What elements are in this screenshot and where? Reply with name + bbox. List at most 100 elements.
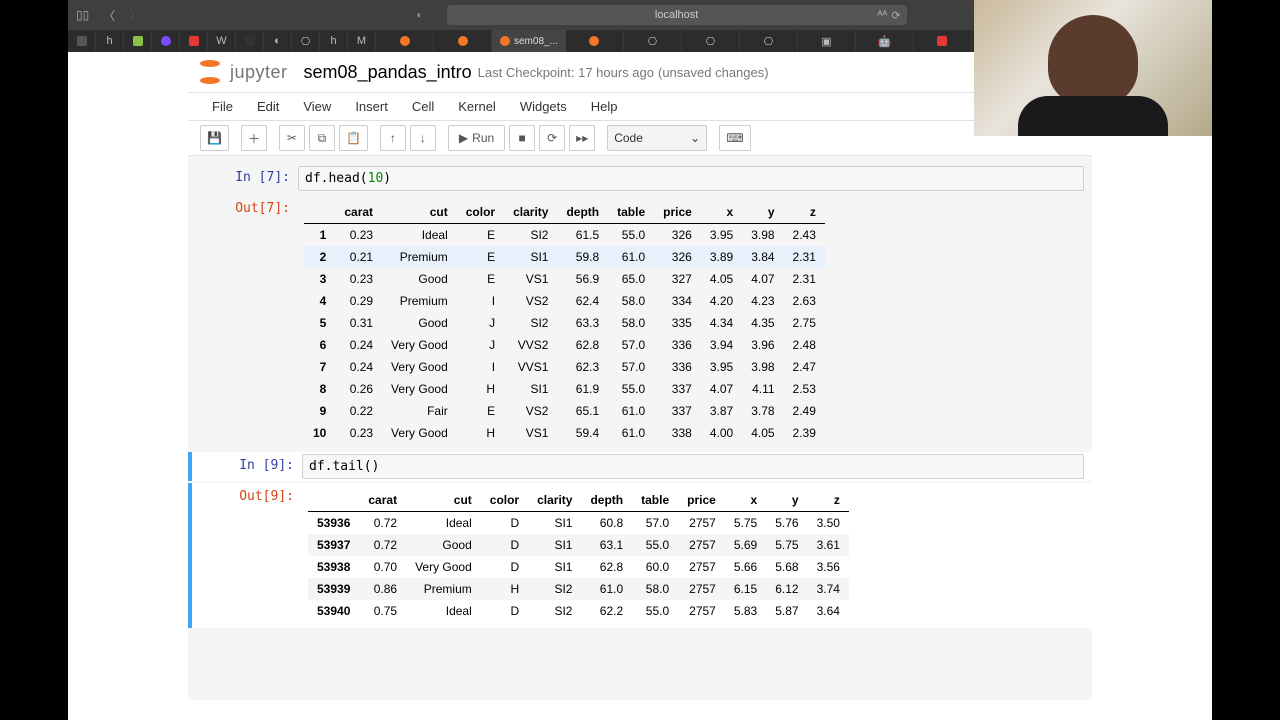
cell-value: 335 — [654, 312, 701, 334]
fav-icon[interactable]: h — [96, 30, 124, 52]
active-tab[interactable]: sem08_... — [492, 30, 566, 52]
cell-value: 338 — [654, 422, 701, 444]
cell-value: Very Good — [382, 334, 457, 356]
cell-value: D — [481, 600, 528, 622]
move-up-button[interactable]: ↑ — [380, 125, 406, 151]
stop-button[interactable]: ■ — [509, 125, 535, 151]
fav-icon[interactable] — [434, 30, 492, 52]
back-icon[interactable]: 〈 — [103, 7, 115, 24]
cell-value: 0.22 — [335, 400, 382, 422]
menu-kernel[interactable]: Kernel — [446, 93, 508, 120]
output-area: caratcutcolorclaritydepthtablepricexyz53… — [302, 485, 1092, 626]
paste-button[interactable]: 📋 — [339, 125, 368, 151]
cell-value: 2757 — [678, 556, 725, 578]
code-input[interactable]: df.tail() — [302, 454, 1084, 479]
cell-value: J — [457, 334, 504, 356]
cut-button[interactable]: ✂ — [279, 125, 305, 151]
cell-value: 2.49 — [784, 400, 825, 422]
cell-value: 61.0 — [608, 246, 654, 268]
cell-value: 337 — [654, 378, 701, 400]
menu-view[interactable]: View — [291, 93, 343, 120]
notebook-title[interactable]: sem08_pandas_intro — [304, 62, 472, 83]
fav-icon[interactable]: ⎔ — [682, 30, 740, 52]
menu-insert[interactable]: Insert — [343, 93, 400, 120]
fav-icon[interactable]: 🤖 — [856, 30, 914, 52]
cell-value: 336 — [654, 334, 701, 356]
cell-value: 62.4 — [557, 290, 608, 312]
cell-value: 3.84 — [742, 246, 783, 268]
command-palette-button[interactable]: ⌨ — [719, 125, 750, 151]
fav-icon[interactable]: h — [320, 30, 348, 52]
fav-icon[interactable]: ⎔ — [740, 30, 798, 52]
cell-value: 3.87 — [701, 400, 742, 422]
fav-icon[interactable]: ⎔ — [292, 30, 320, 52]
code-cell[interactable]: In [7]: df.head(10) — [188, 164, 1092, 193]
cell-value: 61.0 — [608, 422, 654, 444]
cell-value: 62.2 — [581, 600, 632, 622]
sidebar-toggle-icon[interactable]: ▯▯ — [76, 8, 89, 22]
add-cell-button[interactable]: ＋ — [241, 125, 267, 151]
cell-value: 2757 — [678, 512, 725, 535]
cell-value: H — [457, 422, 504, 444]
cell-value: 0.23 — [335, 422, 382, 444]
cell-value: 59.4 — [557, 422, 608, 444]
menu-bar: File Edit View Insert Cell Kernel Widget… — [188, 93, 1092, 121]
cell-value: 57.0 — [632, 512, 678, 535]
copy-button[interactable]: ⧉ — [309, 125, 335, 151]
jupyter-logo[interactable]: jupyter — [196, 58, 288, 86]
cell-value: 57.0 — [608, 334, 654, 356]
restart-button[interactable]: ⟳ — [539, 125, 565, 151]
fav-icon[interactable] — [68, 30, 96, 52]
restart-run-button[interactable]: ▸▸ — [569, 125, 595, 151]
cell-value: VS2 — [504, 400, 557, 422]
cell-value: 60.8 — [581, 512, 632, 535]
cell-value: 0.72 — [359, 534, 406, 556]
cell-value: 5.75 — [725, 512, 766, 535]
cell-value: 55.0 — [632, 534, 678, 556]
fav-icon[interactable] — [914, 30, 972, 52]
fav-icon[interactable] — [376, 30, 434, 52]
move-down-button[interactable]: ↓ — [410, 125, 436, 151]
menu-cell[interactable]: Cell — [400, 93, 446, 120]
cell-value: 0.70 — [359, 556, 406, 578]
fav-icon[interactable]: M — [348, 30, 376, 52]
autosave-text: (unsaved changes) — [658, 65, 769, 80]
reload-icon[interactable]: ⟳ — [891, 9, 900, 22]
cell-value: 0.23 — [335, 268, 382, 290]
fav-icon[interactable] — [180, 30, 208, 52]
cell-value: 63.1 — [581, 534, 632, 556]
cell-value: 3.96 — [742, 334, 783, 356]
code-input[interactable]: df.head(10) — [298, 166, 1084, 191]
fav-icon[interactable]: ▣ — [798, 30, 856, 52]
cell-value: 326 — [654, 246, 701, 268]
menu-file[interactable]: File — [200, 93, 245, 120]
fav-icon[interactable] — [566, 30, 624, 52]
menu-widgets[interactable]: Widgets — [508, 93, 579, 120]
fav-icon[interactable] — [152, 30, 180, 52]
in-prompt: In [9]: — [192, 454, 302, 479]
cell-value: Premium — [382, 290, 457, 312]
fav-icon[interactable]: ◐ — [264, 30, 292, 52]
code-cell-selected[interactable]: In [9]: df.tail() — [188, 452, 1092, 481]
fav-icon[interactable]: W — [208, 30, 236, 52]
cell-value: 2.31 — [784, 268, 825, 290]
cell-value: D — [481, 512, 528, 535]
save-button[interactable]: 💾 — [200, 125, 229, 151]
menu-help[interactable]: Help — [579, 93, 630, 120]
fav-icon[interactable]: ⎔ — [624, 30, 682, 52]
reader-icon[interactable]: ᴬᴬ — [877, 9, 887, 22]
cell-value: 4.35 — [742, 312, 783, 334]
cell-value: 3.64 — [808, 600, 849, 622]
address-bar[interactable]: ◐ localhost ᴬᴬ ⟳ — [447, 5, 907, 25]
celltype-select[interactable]: Code⌄ — [607, 125, 707, 151]
cell-value: 2.63 — [784, 290, 825, 312]
row-index: 7 — [304, 356, 335, 378]
run-button[interactable]: ▶ Run — [448, 125, 505, 151]
cell-value: 61.0 — [581, 578, 632, 600]
menu-edit[interactable]: Edit — [245, 93, 291, 120]
cell-value: Good — [382, 268, 457, 290]
fav-icon[interactable] — [236, 30, 264, 52]
cell-value: 58.0 — [632, 578, 678, 600]
fav-icon[interactable] — [124, 30, 152, 52]
cell-value: 3.95 — [701, 356, 742, 378]
